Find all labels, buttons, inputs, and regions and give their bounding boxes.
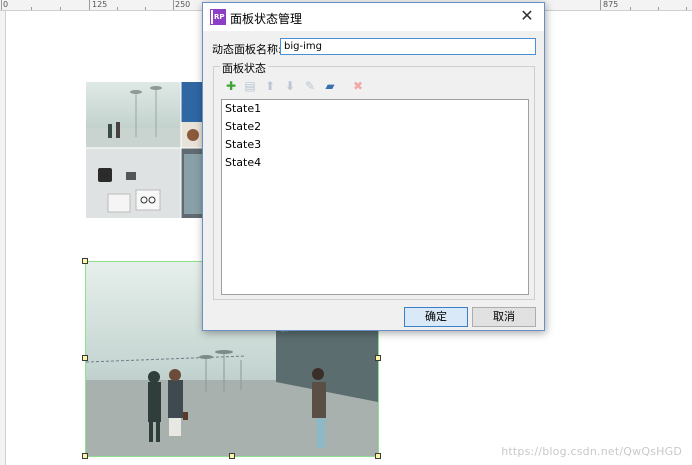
ruler-tick <box>31 7 32 10</box>
ruler-label-0: 0 <box>3 0 9 9</box>
axure-rp-icon: RP <box>210 9 226 25</box>
resize-handle-right[interactable] <box>375 355 381 361</box>
ruler-label-875: 875 <box>603 0 619 9</box>
list-item[interactable]: State1 <box>222 100 528 118</box>
states-list[interactable]: State1 State2 State3 State4 <box>221 99 529 295</box>
watermark-text: https://blog.csdn.net/QwQsHGD <box>501 445 682 458</box>
ruler-tick <box>60 7 61 10</box>
ruler-tick <box>89 0 90 10</box>
close-icon[interactable]: ✕ <box>518 7 536 25</box>
move-up-icon[interactable]: ⬆ <box>263 79 277 93</box>
collage-image[interactable] <box>86 82 206 218</box>
ruler-label-125: 125 <box>92 0 108 9</box>
collage-picture <box>86 82 206 218</box>
ruler-tick <box>173 0 174 10</box>
list-item[interactable]: State3 <box>222 136 528 154</box>
vertical-ruler <box>0 11 6 465</box>
delete-state-icon[interactable]: ✖ <box>351 79 365 93</box>
ruler-tick <box>658 7 659 10</box>
panel-state-manager-dialog: RP 面板状态管理 ✕ 动态面板名称: 面板状态 ✚ ▤ ⬆ ⬇ ✎ ▰ ✖ S… <box>202 2 545 331</box>
edit-state-icon[interactable]: ✎ <box>303 79 317 93</box>
dialog-titlebar[interactable]: RP 面板状态管理 ✕ <box>203 3 544 31</box>
list-item[interactable]: State2 <box>222 118 528 136</box>
panel-name-input[interactable] <box>280 38 536 55</box>
resize-handle-top-left[interactable] <box>82 258 88 264</box>
resize-handle-bottom-left[interactable] <box>82 453 88 459</box>
ruler-tick <box>117 7 118 10</box>
resize-handle-left[interactable] <box>82 355 88 361</box>
resize-handle-bottom[interactable] <box>229 453 235 459</box>
move-down-icon[interactable]: ⬇ <box>283 79 297 93</box>
ruler-tick <box>145 7 146 10</box>
dialog-title: 面板状态管理 <box>230 12 303 26</box>
ok-button[interactable]: 确定 <box>404 307 468 327</box>
ruler-tick <box>630 7 631 10</box>
canvas: 0 125 250 875 RP 面板状态管理 ✕ 动态面板名称: big-im… <box>0 0 692 465</box>
add-state-icon[interactable]: ✚ <box>224 79 238 93</box>
ruler-tick <box>1 0 2 10</box>
ruler-label-250: 250 <box>175 0 191 9</box>
list-item[interactable]: State4 <box>222 154 528 172</box>
cancel-button[interactable]: 取消 <box>472 307 536 327</box>
ruler-tick <box>686 7 687 10</box>
edit-all-states-icon[interactable]: ▰ <box>323 79 337 93</box>
panel-states-label: 面板状态 <box>220 60 268 76</box>
resize-handle-bottom-right[interactable] <box>375 453 381 459</box>
panel-states-group: 面板状态 ✚ ▤ ⬆ ⬇ ✎ ▰ ✖ State1 State2 State3 … <box>213 60 535 300</box>
duplicate-state-icon[interactable]: ▤ <box>243 79 257 93</box>
ruler-tick <box>600 0 601 10</box>
panel-name-label: 动态面板名称: <box>212 43 282 56</box>
